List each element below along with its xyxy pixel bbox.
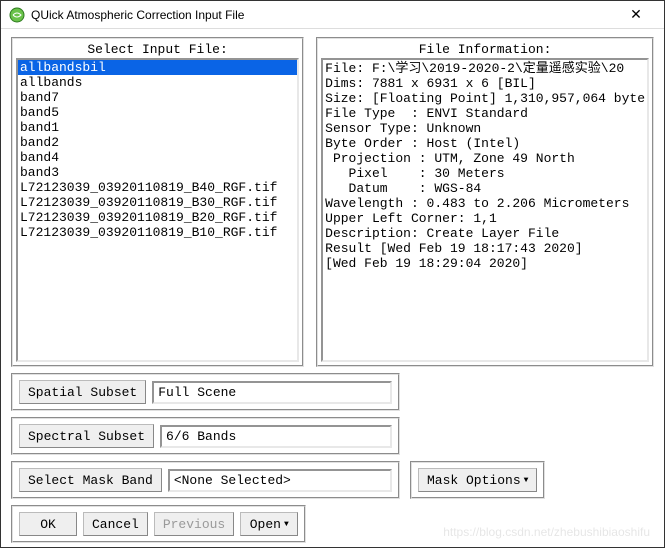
mask-options-label: Mask Options	[427, 473, 521, 488]
ok-button[interactable]: OK	[19, 512, 77, 536]
list-item[interactable]: L72123039_03920110819_B20_RGF.tif	[18, 210, 297, 225]
dialog-window: QUick Atmospheric Correction Input File …	[0, 0, 665, 548]
open-label: Open	[250, 517, 281, 532]
mask-options-group: Mask Options ▼	[410, 461, 545, 499]
list-item[interactable]: allbands	[18, 75, 297, 90]
bottom-button-group: OK Cancel Previous Open ▼	[11, 505, 306, 543]
spatial-subset-group: Spatial Subset Full Scene	[11, 373, 400, 411]
mask-options-button[interactable]: Mask Options ▼	[418, 468, 537, 492]
spectral-subset-group: Spectral Subset 6/6 Bands	[11, 417, 400, 455]
file-information-text: File: F:\学习\2019-2020-2\定量遥感实验\20 Dims: …	[321, 58, 649, 362]
spatial-subset-value: Full Scene	[152, 381, 392, 404]
mask-band-value: <None Selected>	[168, 469, 392, 492]
dropdown-arrow-icon: ▼	[524, 476, 529, 485]
close-button[interactable]: ✕	[616, 6, 656, 23]
select-mask-band-button[interactable]: Select Mask Band	[19, 468, 162, 492]
select-input-file-panel: Select Input File: allbandsbilallbandsba…	[11, 37, 304, 367]
select-mask-band-group: Select Mask Band <None Selected>	[11, 461, 400, 499]
list-item[interactable]: band3	[18, 165, 297, 180]
file-information-title: File Information:	[320, 41, 650, 58]
cancel-button[interactable]: Cancel	[83, 512, 148, 536]
list-item[interactable]: band1	[18, 120, 297, 135]
dropdown-arrow-icon: ▼	[284, 520, 289, 529]
list-item[interactable]: band2	[18, 135, 297, 150]
list-item[interactable]: L72123039_03920110819_B30_RGF.tif	[18, 195, 297, 210]
spatial-subset-button[interactable]: Spatial Subset	[19, 380, 146, 404]
file-information-panel: File Information: File: F:\学习\2019-2020-…	[316, 37, 654, 367]
spectral-subset-button[interactable]: Spectral Subset	[19, 424, 154, 448]
watermark: https://blog.csdn.net/zhebushibiaoshifu	[443, 525, 650, 539]
content-area: Select Input File: allbandsbilallbandsba…	[1, 29, 664, 547]
select-input-file-title: Select Input File:	[15, 41, 300, 58]
window-title: QUick Atmospheric Correction Input File	[31, 8, 616, 22]
file-listbox[interactable]: allbandsbilallbandsband7band5band1band2b…	[16, 58, 299, 362]
list-item[interactable]: band7	[18, 90, 297, 105]
list-item[interactable]: band4	[18, 150, 297, 165]
top-panels: Select Input File: allbandsbilallbandsba…	[11, 37, 654, 367]
mask-row: Select Mask Band <None Selected> Mask Op…	[11, 461, 654, 499]
list-item[interactable]: L72123039_03920110819_B10_RGF.tif	[18, 225, 297, 240]
app-icon	[9, 7, 25, 23]
previous-button: Previous	[154, 512, 234, 536]
titlebar: QUick Atmospheric Correction Input File …	[1, 1, 664, 29]
list-item[interactable]: band5	[18, 105, 297, 120]
spectral-subset-value: 6/6 Bands	[160, 425, 392, 448]
list-item[interactable]: allbandsbil	[18, 60, 297, 75]
list-item[interactable]: L72123039_03920110819_B40_RGF.tif	[18, 180, 297, 195]
open-button[interactable]: Open ▼	[240, 512, 298, 536]
